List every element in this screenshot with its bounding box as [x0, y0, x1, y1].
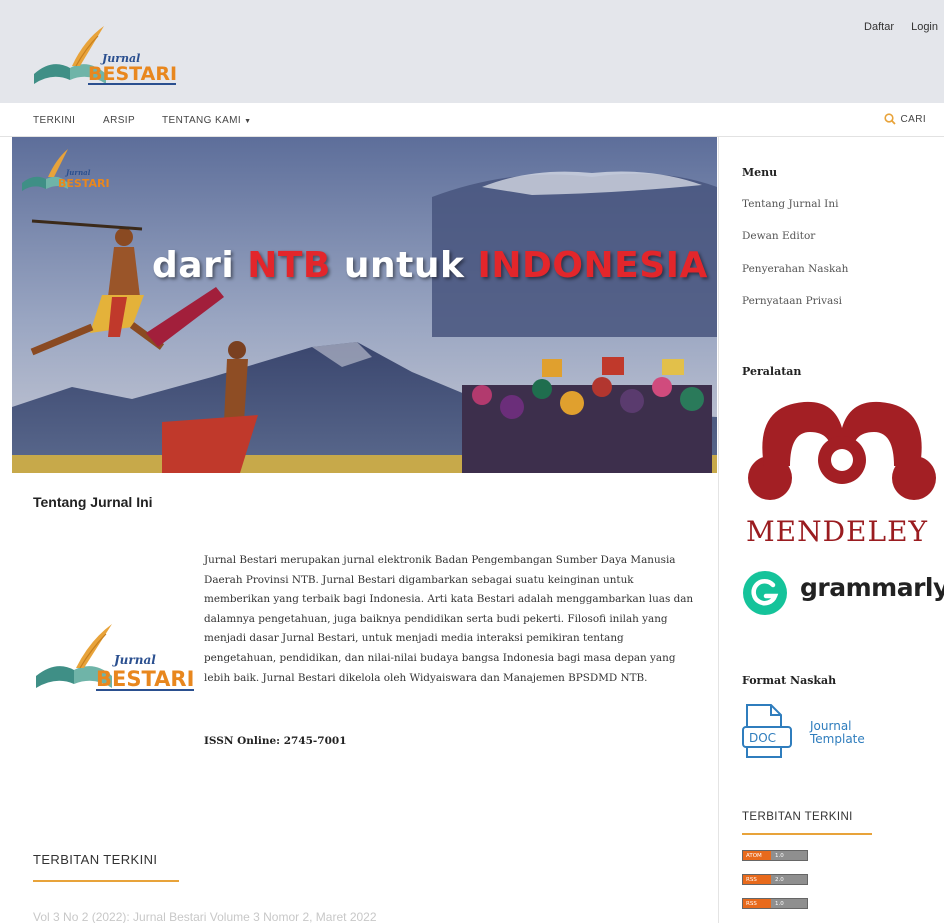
atom-feed-button[interactable]: ATOM 1.0 — [742, 850, 808, 861]
grammarly-wordmark[interactable]: grammarly — [800, 573, 944, 602]
nav-item-tentang-kami[interactable]: TENTANG KAMI ▼ — [162, 115, 251, 126]
grammarly-icon[interactable] — [742, 570, 788, 616]
template-line-2: Template — [810, 732, 865, 746]
sidebar-divider — [718, 137, 719, 923]
banner-logo-bestari: BESTARI — [58, 177, 110, 190]
sidebar-link-submissions[interactable]: Penyerahan Naskah — [742, 263, 848, 275]
search-icon — [883, 113, 896, 125]
banner-title-indonesia: INDONESIA — [477, 245, 708, 286]
journal-template-link[interactable]: Journal Template — [810, 720, 865, 746]
current-issue-heading: TERBITAN TERKINI — [33, 852, 158, 867]
sidebar-link-editorial-board[interactable]: Dewan Editor — [742, 230, 815, 242]
site-header: Jurnal BESTARI Daftar Login — [0, 0, 944, 103]
sidebar-link-privacy[interactable]: Pernyataan Privasi — [742, 295, 842, 307]
current-issue-link[interactable]: Vol 3 No 2 (2022): Jurnal Bestari Volume… — [33, 910, 377, 923]
doc-file-icon[interactable]: DOC — [741, 703, 803, 759]
feed-version: 1.0 — [771, 851, 807, 860]
feed-type: ATOM — [743, 851, 771, 860]
tools-block-title: Peralatan — [742, 365, 802, 378]
banner-title-dari: dari — [152, 245, 235, 286]
menu-block-title: Menu — [742, 166, 778, 179]
mendeley-icon[interactable] — [744, 396, 940, 506]
banner-title-ntb: NTB — [247, 245, 331, 286]
banner-logo-jurnal: Jurnal — [64, 168, 91, 177]
banner-artwork: Jurnal BESTARI — [12, 137, 717, 473]
feed-type: RSS — [743, 875, 771, 884]
feed-version: 1.0 — [771, 899, 807, 908]
heading-underline — [33, 880, 179, 882]
banner-title-untuk: untuk — [343, 245, 465, 286]
nav-item-arsip[interactable]: ARSIP — [103, 115, 135, 126]
register-link[interactable]: Daftar — [864, 21, 894, 33]
sidebar-link-about[interactable]: Tentang Jurnal Ini — [742, 198, 838, 210]
about-logo: Jurnal BESTARI — [36, 624, 194, 691]
issn-online: ISSN Online: 2745-7001 — [204, 735, 347, 747]
logo-word-bestari: BESTARI — [88, 63, 177, 85]
rss2-feed-button[interactable]: RSS 2.0 — [742, 874, 808, 885]
doc-label: DOC — [749, 731, 776, 745]
search-label: CARI — [900, 113, 926, 125]
about-logo-jurnal: Jurnal — [112, 653, 156, 667]
user-nav: Daftar Login — [850, 21, 938, 33]
mendeley-wordmark[interactable]: MENDELEY — [746, 515, 928, 548]
login-link[interactable]: Login — [911, 21, 938, 33]
rss1-feed-button[interactable]: RSS 1.0 — [742, 898, 808, 909]
sidebar-current-issue-heading: TERBITAN TERKINI — [742, 811, 853, 823]
primary-nav: TERKINI ARSIP TENTANG KAMI ▼ CARI — [0, 103, 944, 137]
format-block-title: Format Naskah — [742, 674, 837, 687]
nav-item-tentang-kami-label: TENTANG KAMI — [162, 115, 242, 126]
sidebar-heading-underline — [742, 833, 872, 835]
nav-item-terkini[interactable]: TERKINI — [33, 115, 75, 126]
hero-banner: Jurnal BESTARI dari NTB untuk INDONESIA — [12, 137, 717, 473]
about-logo-bestari: BESTARI — [96, 667, 194, 691]
about-description: Jurnal Bestari merupakan jurnal elektron… — [204, 554, 694, 684]
banner-title: dari NTB untuk INDONESIA — [152, 245, 708, 286]
search-button[interactable]: CARI — [883, 113, 927, 125]
feed-version: 2.0 — [771, 875, 807, 884]
chevron-down-icon: ▼ — [244, 118, 252, 125]
about-heading: Tentang Jurnal Ini — [33, 494, 153, 510]
site-logo[interactable]: Jurnal BESTARI — [32, 22, 182, 90]
feed-type: RSS — [743, 899, 771, 908]
